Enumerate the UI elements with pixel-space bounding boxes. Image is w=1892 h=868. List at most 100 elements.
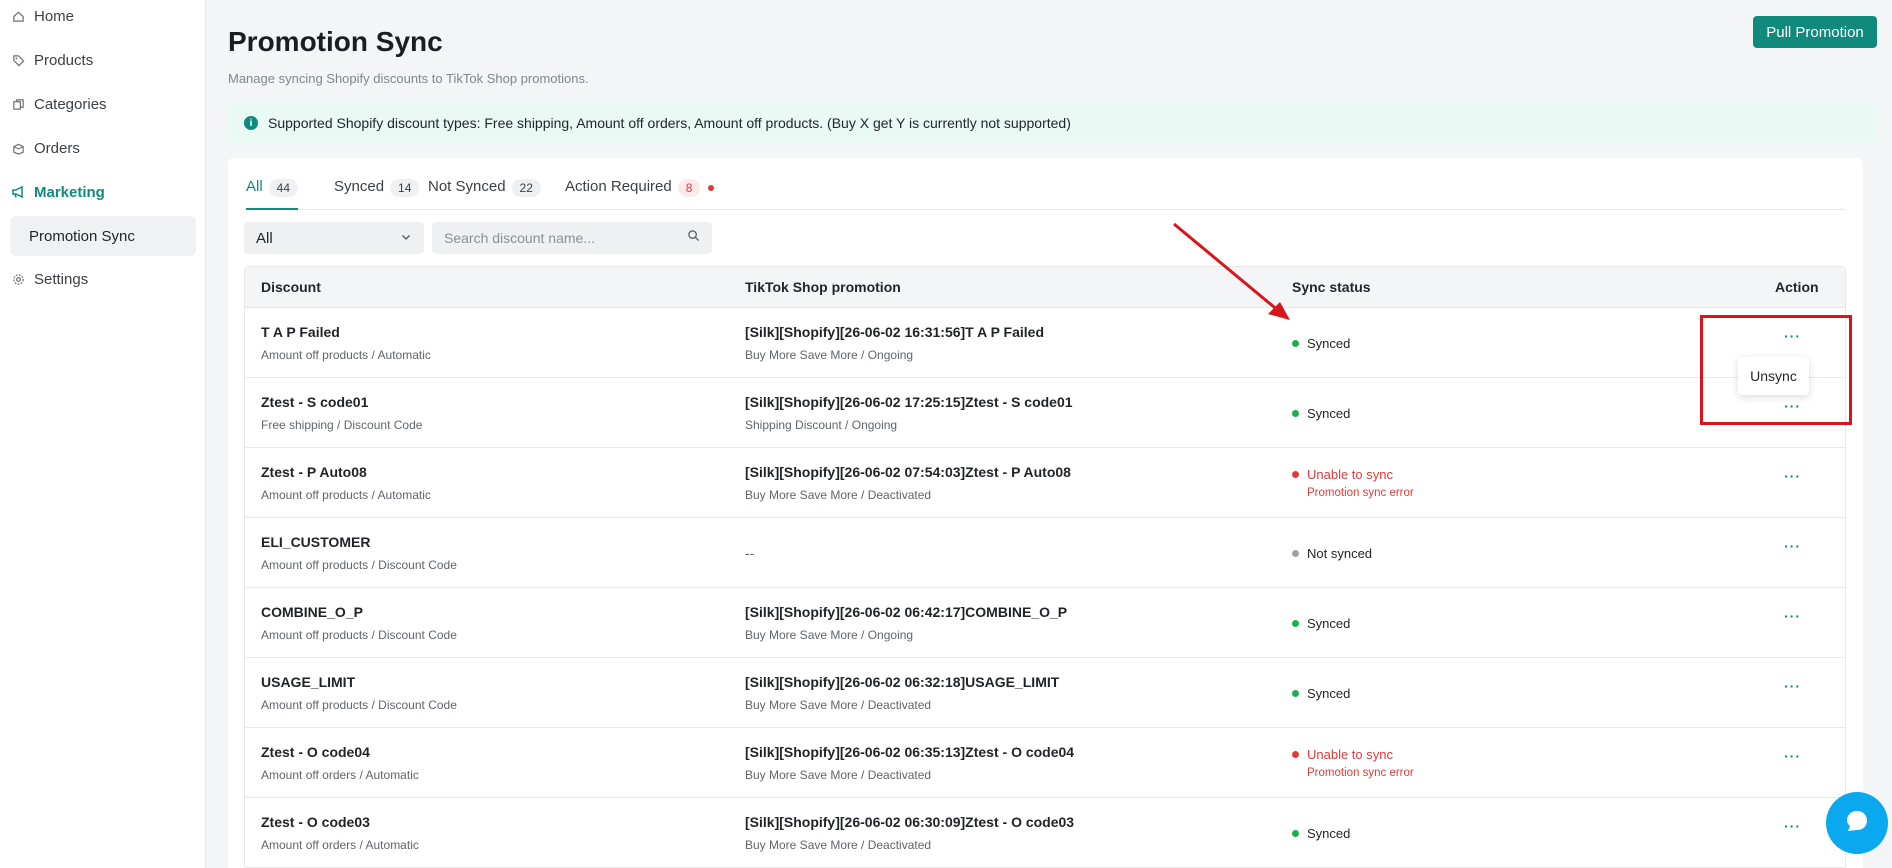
copy-icon xyxy=(10,96,26,112)
promotion-name: [Silk][Shopify][26-06-02 07:54:03]Ztest … xyxy=(745,464,1071,480)
promotion-name: -- xyxy=(745,545,755,561)
annotation-highlight-box xyxy=(1700,315,1852,425)
promotion-type: Buy More Save More / Deactivated xyxy=(745,768,932,782)
tab-label: Synced xyxy=(334,178,385,195)
promotion-type: Buy More Save More / Deactivated xyxy=(745,698,932,712)
sidebar-item-marketing[interactable]: Marketing xyxy=(0,173,206,211)
sidebar-item-label: Settings xyxy=(34,270,89,288)
gear-icon xyxy=(10,271,26,287)
discount-name: ELI_CUSTOMER xyxy=(261,534,371,550)
tab-all[interactable]: All 44 xyxy=(246,178,299,210)
header-action: Action xyxy=(1775,279,1819,295)
promotion-name: [Silk][Shopify][26-06-02 17:25:15]Ztest … xyxy=(745,394,1073,410)
discount-type: Amount off orders / Automatic xyxy=(261,838,419,852)
tag-icon xyxy=(10,52,26,68)
promotion-name: [Silk][Shopify][26-06-02 06:35:13]Ztest … xyxy=(745,744,1075,760)
status-dot xyxy=(1292,409,1299,417)
status-label: Synced xyxy=(1307,685,1351,701)
sidebar-item-label: Home xyxy=(34,7,75,25)
pull-promotion-button[interactable]: Pull Promotion xyxy=(1753,16,1877,48)
page-title: Promotion Sync xyxy=(228,26,443,57)
sync-status: Synced xyxy=(1292,616,1612,631)
table-header: Discount TikTok Shop promotion Sync stat… xyxy=(245,267,1845,308)
more-actions-button[interactable]: ··· xyxy=(1784,678,1801,694)
sidebar-item-orders[interactable]: Orders xyxy=(0,129,206,167)
more-actions-button[interactable]: ··· xyxy=(1784,748,1801,764)
tab-count: 8 xyxy=(677,179,701,197)
status-label: Synced xyxy=(1307,615,1351,631)
promotion-name: [Silk][Shopify][26-06-02 06:32:18]USAGE_… xyxy=(745,674,1060,690)
discount-type: Amount off products / Discount Code xyxy=(261,558,457,572)
status-dot xyxy=(1292,619,1299,627)
search-box xyxy=(432,222,712,254)
discount-type: Amount off products / Automatic xyxy=(261,488,431,502)
table-row: ELI_CUSTOMER Amount off products / Discou… xyxy=(245,518,1845,588)
status-label: Synced xyxy=(1307,825,1351,841)
promotion-card: All 44 Synced 14 Not Synced 22 Action Re… xyxy=(228,158,1863,868)
tab-not-synced[interactable]: Not Synced 22 xyxy=(428,178,541,210)
sidebar-item-home[interactable]: Home xyxy=(0,0,206,35)
status-label: Synced xyxy=(1307,335,1351,351)
status-filter-select[interactable]: All xyxy=(244,222,424,254)
more-actions-button[interactable]: ··· xyxy=(1784,608,1801,624)
table-row: Ztest - P Auto08 Amount off products / Au… xyxy=(245,448,1845,518)
promotion-type: Buy More Save More / Deactivated xyxy=(745,488,932,502)
sync-status: Synced xyxy=(1292,826,1612,841)
more-actions-button[interactable]: ··· xyxy=(1784,538,1801,554)
status-dot xyxy=(1292,339,1299,347)
sidebar-item-settings[interactable]: Settings xyxy=(0,260,206,298)
megaphone-icon xyxy=(10,184,26,200)
discount-type: Amount off products / Discount Code xyxy=(261,698,457,712)
header-discount: Discount xyxy=(261,279,321,295)
table-row: Ztest - S code01 Free shipping / Discount… xyxy=(245,378,1845,448)
status-label: Unable to sync xyxy=(1307,747,1393,762)
chevron-down-icon xyxy=(400,230,412,247)
banner-text: Supported Shopify discount types: Free s… xyxy=(268,115,1071,131)
search-icon[interactable] xyxy=(687,229,700,247)
tab-label: Not Synced xyxy=(428,178,506,195)
info-icon: i xyxy=(244,116,258,130)
table-row: T A P Failed Amount off products / Automa… xyxy=(245,308,1845,378)
tab-bar: All 44 Synced 14 Not Synced 22 Action Re… xyxy=(246,178,1845,210)
tab-action-required[interactable]: Action Required 8 xyxy=(565,178,715,210)
select-value: All xyxy=(256,229,273,247)
discount-type: Amount off products / Automatic xyxy=(261,348,431,362)
sync-status: Synced xyxy=(1292,336,1612,351)
sidebar-item-categories[interactable]: Categories xyxy=(0,85,206,123)
search-input[interactable] xyxy=(444,230,687,246)
promotion-name: [Silk][Shopify][26-06-02 06:30:09]Ztest … xyxy=(745,814,1075,830)
tab-count: 14 xyxy=(390,179,420,197)
tab-label: All xyxy=(246,178,263,195)
alert-dot xyxy=(708,185,715,191)
page-subtitle: Manage syncing Shopify discounts to TikT… xyxy=(228,71,589,86)
discount-name: T A P Failed xyxy=(261,324,340,340)
discount-name: Ztest - S code01 xyxy=(261,394,369,410)
discount-type: Amount off orders / Automatic xyxy=(261,768,419,782)
sidebar-item-label: Orders xyxy=(34,139,80,157)
sidebar-item-promotion-sync[interactable]: Promotion Sync xyxy=(10,216,196,256)
sidebar-item-label: Promotion Sync xyxy=(29,227,135,245)
table-row: COMBINE_O_P Amount off products / Discoun… xyxy=(245,588,1845,658)
annotation-arrow xyxy=(1173,222,1290,320)
status-dot xyxy=(1292,549,1299,557)
table-row: USAGE_LIMIT Amount off products / Discoun… xyxy=(245,658,1845,728)
status-label: Synced xyxy=(1307,405,1351,421)
promotion-type: Buy More Save More / Ongoing xyxy=(745,348,914,362)
box-icon xyxy=(10,140,26,156)
discount-name: Ztest - O code03 xyxy=(261,814,370,830)
sync-status: Synced xyxy=(1292,406,1612,421)
tab-synced[interactable]: Synced 14 xyxy=(334,178,420,210)
sidebar-item-products[interactable]: Products xyxy=(0,41,206,79)
table-row: Ztest - O code04 Amount off orders / Auto… xyxy=(245,728,1845,798)
tab-label: Action Required xyxy=(565,178,672,195)
promotion-table: Discount TikTok Shop promotion Sync stat… xyxy=(244,266,1846,868)
chat-button[interactable] xyxy=(1826,792,1888,854)
more-actions-button[interactable]: ··· xyxy=(1784,818,1801,834)
status-error-note: Promotion sync error xyxy=(1307,487,1414,499)
table-row: Ztest - O code03 Amount off orders / Auto… xyxy=(245,798,1845,868)
more-actions-button[interactable]: ··· xyxy=(1784,468,1801,484)
status-label: Unable to sync xyxy=(1307,467,1393,482)
sync-status: Synced xyxy=(1292,686,1612,701)
promotion-type: Buy More Save More / Ongoing xyxy=(745,628,914,642)
status-label: Not synced xyxy=(1307,545,1373,561)
